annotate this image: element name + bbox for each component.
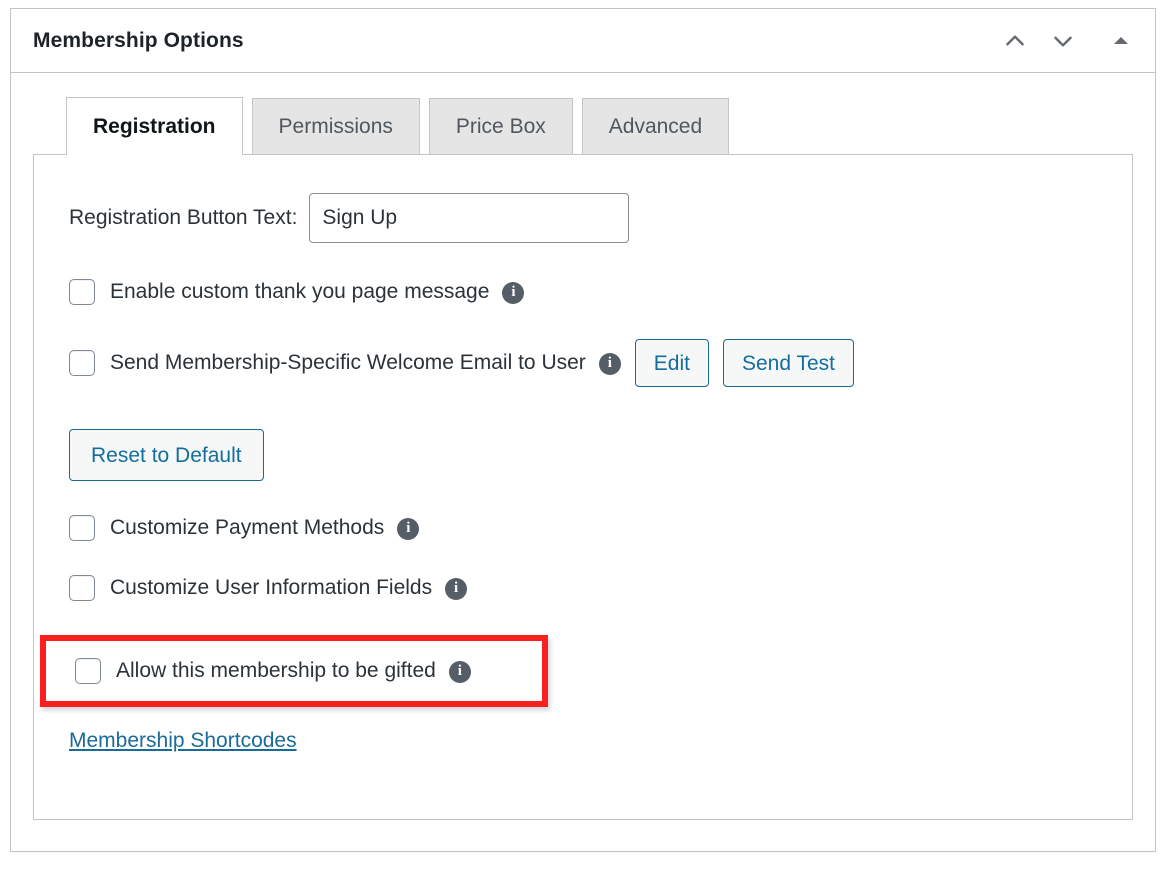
tab-label: Price Box <box>455 115 546 138</box>
tab-label: Advanced <box>608 115 703 138</box>
info-glyph: i <box>454 579 459 596</box>
option-label: Customize Payment Methods <box>110 516 385 539</box>
option-row-payment-methods: Customize Payment Methods i <box>69 515 1108 541</box>
chevron-down-icon[interactable] <box>1041 19 1085 63</box>
checkbox-welcome-email[interactable] <box>69 350 95 376</box>
info-glyph: i <box>511 283 516 300</box>
registration-tab-panel: Registration Button Text: Enable custom … <box>33 154 1133 820</box>
option-row-user-information-fields: Customize User Information Fields i <box>69 575 1108 601</box>
option-label: Enable custom thank you page message <box>110 280 490 303</box>
info-icon[interactable]: i <box>598 353 621 375</box>
option-label: Send Membership-Specific Welcome Email t… <box>110 351 586 374</box>
registration-form: Registration Button Text: Enable custom … <box>34 193 1132 753</box>
checkbox-payment-methods[interactable] <box>69 515 95 541</box>
page-title: Membership Options <box>33 28 244 52</box>
reset-to-default-button[interactable]: Reset to Default <box>69 429 264 481</box>
registration-button-text-row: Registration Button Text: <box>69 193 1108 243</box>
tab-label: Registration <box>93 115 216 138</box>
tab-bar: Registration Permissions Price Box Advan… <box>33 97 1133 156</box>
tab-advanced[interactable]: Advanced <box>581 98 730 155</box>
edit-button[interactable]: Edit <box>634 339 709 387</box>
option-label: Allow this membership to be gifted <box>116 659 436 682</box>
checkbox-user-information-fields[interactable] <box>69 575 95 601</box>
chevron-up-icon[interactable] <box>993 19 1037 63</box>
tab-label: Permissions <box>278 115 393 138</box>
option-row-welcome-email: Send Membership-Specific Welcome Email t… <box>69 339 1108 387</box>
panel-header-actions <box>993 19 1143 63</box>
info-glyph: i <box>457 662 462 679</box>
info-glyph: i <box>607 354 612 371</box>
membership-shortcodes-link[interactable]: Membership Shortcodes <box>69 729 297 753</box>
option-row-thank-you-message: Enable custom thank you page message i <box>69 279 1108 305</box>
info-glyph: i <box>406 519 411 536</box>
panel-body: Registration Permissions Price Box Advan… <box>33 97 1133 827</box>
tab-price-box[interactable]: Price Box <box>428 98 573 155</box>
registration-button-text-label: Registration Button Text: <box>69 206 298 229</box>
info-icon[interactable]: i <box>445 578 468 600</box>
info-icon[interactable]: i <box>397 518 420 540</box>
option-row-allow-gifting: Allow this membership to be gifted i <box>75 658 542 684</box>
registration-button-text-input[interactable] <box>309 193 630 243</box>
send-test-button[interactable]: Send Test <box>722 339 854 387</box>
info-icon[interactable]: i <box>448 661 471 683</box>
checkbox-thank-you-message[interactable] <box>69 279 95 305</box>
highlight-annotation-box: Allow this membership to be gifted i <box>40 635 548 707</box>
reset-to-default-row: Reset to Default <box>69 421 1108 481</box>
checkbox-allow-gifting[interactable] <box>75 658 101 684</box>
membership-options-panel: Membership Options Registration Permissi… <box>10 8 1156 852</box>
tab-registration[interactable]: Registration <box>66 97 243 156</box>
triangle-up-icon[interactable] <box>1099 19 1143 63</box>
option-label: Customize User Information Fields <box>110 576 433 599</box>
tab-permissions[interactable]: Permissions <box>251 98 420 155</box>
panel-header: Membership Options <box>11 9 1155 73</box>
info-icon[interactable]: i <box>502 282 525 304</box>
